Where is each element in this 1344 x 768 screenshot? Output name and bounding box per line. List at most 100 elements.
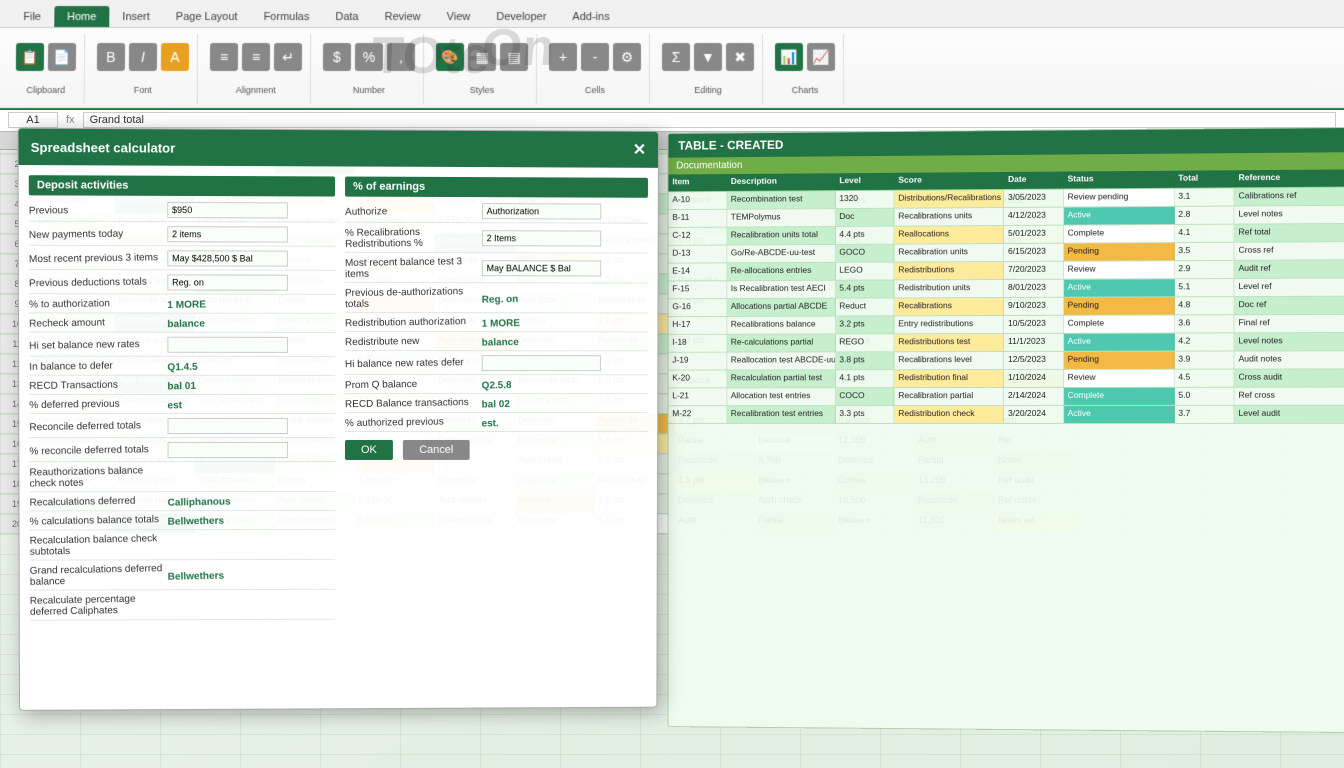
dialog-row-16: Recalculation balance check subtotals xyxy=(30,534,335,561)
dialog-overlay: Spreadsheet calculator ✕ Deposit activit… xyxy=(17,128,659,711)
ok-button[interactable]: OK xyxy=(345,440,393,460)
col-header-item: Item xyxy=(668,174,726,191)
clear-icon[interactable]: ✖ xyxy=(726,43,754,71)
tab-page-layout[interactable]: Page Layout xyxy=(163,6,251,27)
col-header-total: Total xyxy=(1174,170,1234,188)
watermark-tote: TOte xyxy=(370,26,491,86)
styles-label: Styles xyxy=(470,85,495,95)
italic-icon[interactable]: I xyxy=(129,43,157,71)
highlight-icon[interactable]: A xyxy=(161,43,189,71)
deductions-input[interactable] xyxy=(167,274,288,290)
right-data-row: H-17 Recalibrations balance 3.2 pts Entr… xyxy=(668,315,1344,335)
dialog-row-8: In balance to defer Q1.4.5 xyxy=(29,361,335,376)
currency-icon[interactable]: $ xyxy=(323,43,351,71)
dialog-body: Deposit activities Previous New payments… xyxy=(19,165,658,710)
tab-addins[interactable]: Add-ins xyxy=(559,6,622,27)
col-header-score: Score xyxy=(894,172,1004,190)
hi-set-input[interactable] xyxy=(167,337,288,353)
align-center-icon[interactable]: ≡ xyxy=(242,43,270,71)
bar-chart-icon[interactable]: 📊 xyxy=(775,43,803,71)
dialog-row-7: Hi set balance new rates xyxy=(29,336,335,356)
recent2-input[interactable] xyxy=(482,260,601,276)
dialog-bottom-buttons: OK Cancel xyxy=(345,440,647,460)
watermark-on: On xyxy=(479,18,556,78)
edit-icons: Σ ▼ ✖ xyxy=(662,43,754,71)
right-panel-title: TABLE - CREATED xyxy=(678,138,783,153)
dialog-right-row-2: % Recalibrations Redistributions % xyxy=(345,227,648,254)
delete-cells-icon[interactable]: - xyxy=(581,43,609,71)
auth-input[interactable] xyxy=(482,203,601,219)
font-label: Font xyxy=(134,85,152,95)
number-label: Number xyxy=(353,85,385,95)
tab-insert[interactable]: Insert xyxy=(109,6,163,27)
ribbon-group-clipboard: 📋 📄 Clipboard xyxy=(8,34,86,104)
tab-review[interactable]: Review xyxy=(372,6,434,27)
tab-view[interactable]: View xyxy=(434,6,484,27)
dialog-row-5: % to authorization 1 MORE xyxy=(29,298,335,314)
dialog-row-9: RECD Transactions bal 01 xyxy=(29,380,335,395)
dialog-row-10: % deferred previous est xyxy=(29,399,335,414)
dialog-right-col: % of earnings Authorize % Recalibrations… xyxy=(345,177,648,624)
font-icons: B I A xyxy=(97,43,189,71)
dialog-right-row-8: Prom Q balance Q2.5.8 xyxy=(345,379,647,394)
dialog-right-row-1: Authorize xyxy=(345,203,648,224)
ribbon-content: 📋 📄 Clipboard B I A Font ≡ ≡ ↵ Alignment… xyxy=(0,28,1344,110)
chart-icons: 📊 📈 xyxy=(775,43,835,71)
ribbon-tabs[interactable]: File Home Insert Page Layout Formulas Da… xyxy=(0,0,1343,28)
copy-icon[interactable]: 📄 xyxy=(48,43,76,71)
tab-file[interactable]: File xyxy=(10,6,54,27)
reconcile-input[interactable] xyxy=(167,418,287,434)
tab-home[interactable]: Home xyxy=(54,6,109,27)
clipboard-label: Clipboard xyxy=(26,85,65,95)
fill-icon[interactable]: ▼ xyxy=(694,43,722,71)
formula-bar-separator: fx xyxy=(66,114,75,126)
prev-balance-input[interactable] xyxy=(167,202,288,219)
dialog-close-icon[interactable]: ✕ xyxy=(633,140,646,160)
ribbon-group-charts: 📊 📈 Charts xyxy=(767,34,844,104)
paste-icon[interactable]: 📋 xyxy=(16,43,44,71)
line-chart-icon[interactable]: 📈 xyxy=(807,43,835,71)
col-header-level: Level xyxy=(835,173,894,190)
right-panel-subtitle: Documentation xyxy=(676,160,742,171)
cell-icons: + - ⚙ xyxy=(549,43,641,71)
recalib-input[interactable] xyxy=(482,230,601,246)
dialog-left-col: Deposit activities Previous New payments… xyxy=(29,175,335,625)
right-data-row: L-21 Allocation test entries COCO Recali… xyxy=(668,388,1344,407)
format-cells-icon[interactable]: ⚙ xyxy=(613,43,641,71)
cells-label: Cells xyxy=(585,85,605,95)
hi-bal-input[interactable] xyxy=(481,355,600,371)
ribbon-group-font: B I A Font xyxy=(89,34,199,104)
dialog-right-row-9: RECD Balance transactions bal 02 xyxy=(345,398,647,413)
recent-input[interactable] xyxy=(167,250,288,266)
cell-reference-box[interactable]: A1 xyxy=(8,112,58,128)
wrap-icon[interactable]: ↵ xyxy=(274,43,302,71)
ribbon-group-alignment: ≡ ≡ ↵ Alignment xyxy=(202,34,311,104)
align-left-icon[interactable]: ≡ xyxy=(210,43,238,71)
editing-label: Editing xyxy=(694,85,722,95)
tab-data[interactable]: Data xyxy=(322,6,371,27)
dialog-row-12: % reconcile deferred totals xyxy=(29,442,335,462)
bold-icon[interactable]: B xyxy=(97,43,125,71)
tab-formulas[interactable]: Formulas xyxy=(251,6,323,27)
right-data-row: K-20 Recalculation partial test 4.1 pts … xyxy=(668,369,1344,388)
formula-bar-content[interactable]: Grand total xyxy=(83,112,1336,128)
dialog-row-14: Recalculations deferred Calliphanous xyxy=(30,496,335,511)
cancel-button[interactable]: Cancel xyxy=(403,440,469,460)
dialog-row-11: Reconcile deferred totals xyxy=(29,418,335,438)
dialog-row-1: Previous xyxy=(29,201,335,222)
col-header-desc: Description xyxy=(727,173,836,191)
right-data-row: J-19 Reallocation test ABCDE-uu 3.8 pts … xyxy=(668,351,1344,370)
dialog-row-4: Previous deductions totals xyxy=(29,274,335,295)
dialog-row-3: Most recent previous 3 items xyxy=(29,250,335,271)
right-data-row: I-18 Re-calculations partial REGO Redist… xyxy=(668,333,1344,353)
dialog-right-row-3: Most recent balance test 3 items xyxy=(345,257,648,284)
dialog-row-18: Recalculate percentage deferred Caliphat… xyxy=(30,594,335,621)
dialog-right-row-5: Redistribution authorization 1 MORE xyxy=(345,317,648,332)
align-icons: ≡ ≡ ↵ xyxy=(210,43,302,71)
dialog-right-row-10: % authorized previous est. xyxy=(345,417,647,432)
sum-icon[interactable]: Σ xyxy=(662,43,690,71)
pct-reconcile-input[interactable] xyxy=(167,442,287,458)
dialog-title: Spreadsheet calculator xyxy=(31,139,176,155)
new-payments-input[interactable] xyxy=(167,226,288,242)
col-header-status: Status xyxy=(1064,171,1175,189)
